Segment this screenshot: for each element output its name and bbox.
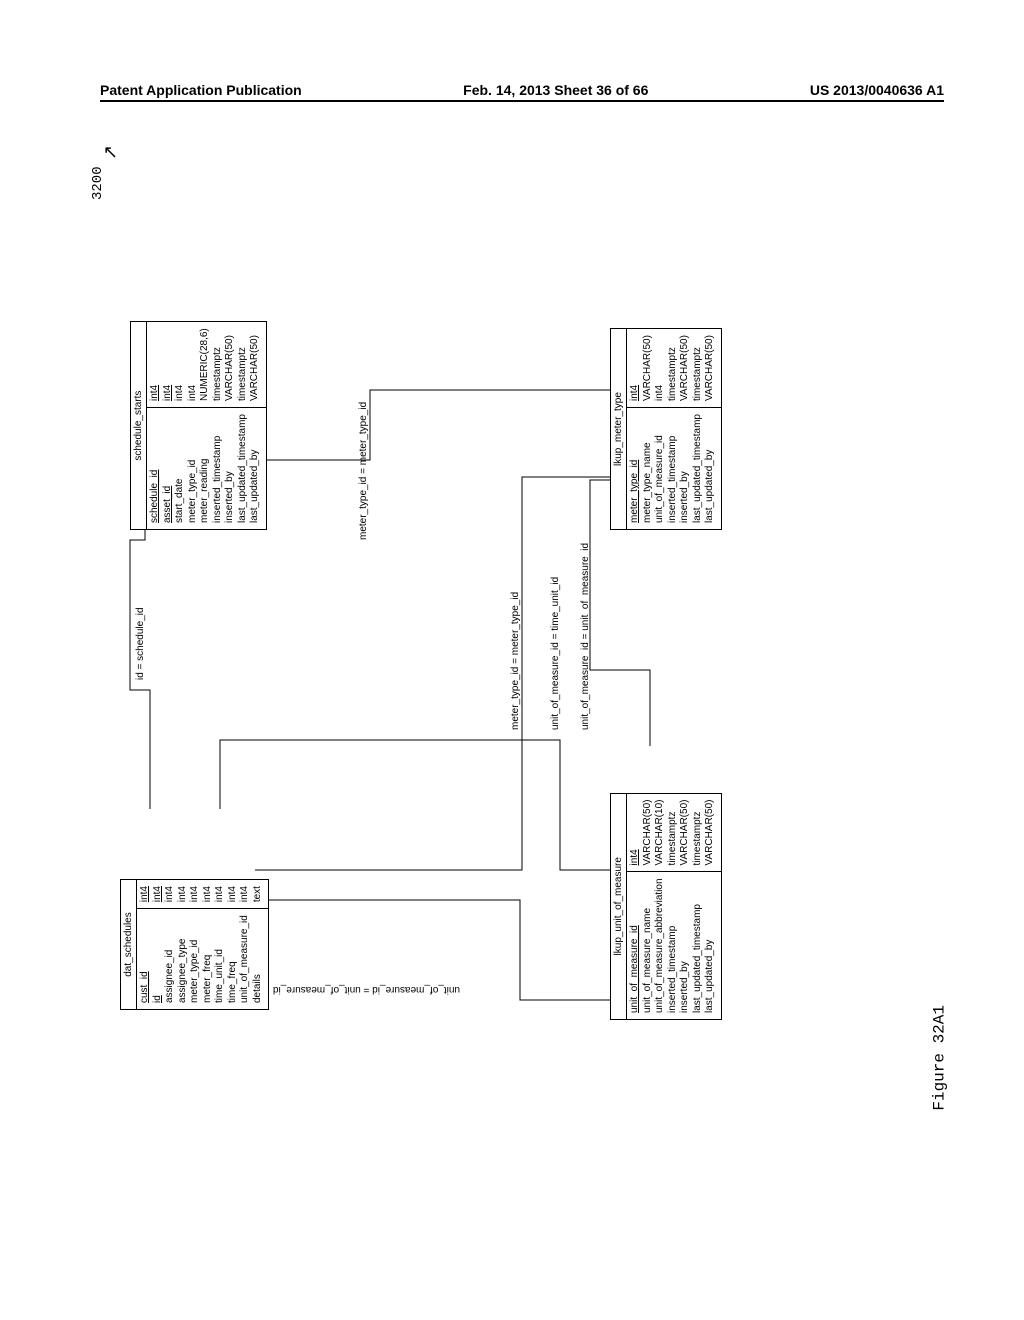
column-types: int4 VARCHAR(50) int4 timestamptz VARCHA… [627, 329, 721, 408]
relation-metertype-metertype: meter_type_id = meter_type_id [510, 592, 521, 730]
relation-uom-uom: unit_of_measure_id = unit_of_measure_id [273, 984, 460, 995]
relation-metertype-metertype-2: meter_type_id = meter_type_id [358, 402, 369, 540]
header-right: US 2013/0040636 A1 [810, 82, 944, 98]
entity-title: schedule_starts [131, 322, 147, 529]
entity-title: lkup_unit_of_measure [611, 794, 627, 1019]
entity-title: lkup_meter_type [611, 329, 627, 529]
header-center: Feb. 14, 2013 Sheet 36 of 66 [463, 82, 648, 98]
column-types: int4 int4 int4 int4 NUMERIC(28,6) timest… [147, 322, 266, 408]
header-left: Patent Application Publication [100, 82, 302, 98]
er-diagram: dat_schedules cust_id id assignee_id ass… [90, 150, 910, 1020]
entity-title: dat_schedules [121, 880, 137, 1009]
column-names: unit_of_measure_id unit_of_measure_name … [627, 872, 721, 1019]
column-types: int4 int4 int4 int4 int4 int4 int4 int4 … [137, 880, 268, 909]
column-names: cust_id id assignee_id assignee_type met… [137, 909, 268, 1009]
entity-dat-schedules: dat_schedules cust_id id assignee_id ass… [120, 879, 269, 1010]
entity-schedule-starts: schedule_starts schedule_id asset_id sta… [130, 321, 267, 530]
page-header: Patent Application Publication Feb. 14, … [100, 82, 944, 102]
relation-uom-uom-2: unit_of_measure_id = unit_of_measure_id [580, 543, 591, 730]
column-names: schedule_id asset_id start_date meter_ty… [147, 408, 266, 529]
relation-id-schedule-id: id = schedule_id [135, 607, 146, 680]
figure-caption: Figure 32A1 [931, 1005, 949, 1111]
relation-uom-timeunit: unit_of_measure_id = time_unit_id [550, 577, 561, 730]
entity-lkup-meter-type: lkup_meter_type meter_type_id meter_type… [610, 328, 722, 530]
column-types: int4 VARCHAR(50) VARCHAR(10) timestamptz… [627, 794, 721, 873]
entity-lkup-unit-of-measure: lkup_unit_of_measure unit_of_measure_id … [610, 793, 722, 1020]
column-names: meter_type_id meter_type_name unit_of_me… [627, 408, 721, 529]
